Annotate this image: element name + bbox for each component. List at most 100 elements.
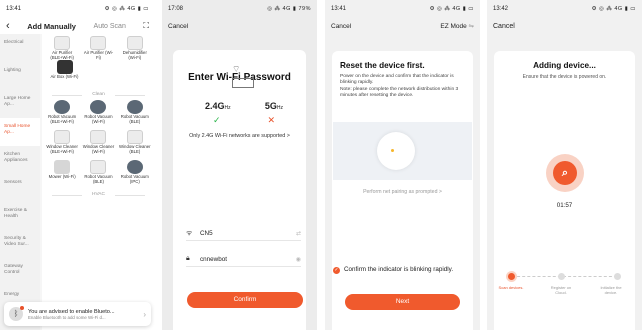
wifi-signal-icon: ⌔	[232, 64, 241, 74]
device-label: Robot Vacuum (IPC)	[120, 174, 149, 184]
device-row: Air Purifier (BLE+Wi-Fi) Air Purifier (W…	[44, 36, 153, 60]
nav-bar: Cancel	[162, 18, 317, 34]
device-item[interactable]: Window Cleaner (BLE)	[118, 130, 151, 160]
category-lighting[interactable]: Lighting	[0, 62, 40, 90]
device-label: Robot Vacuum (BLE)	[120, 114, 149, 124]
device-item[interactable]: Air Purifier (Wi-Fi)	[82, 36, 115, 60]
bluetooth-icon: ᛒ	[9, 306, 24, 321]
step-label-initialize: Initialize the device.	[600, 285, 622, 295]
category-gateway[interactable]: Gateway Control	[0, 258, 40, 286]
step-dot-initialize	[614, 273, 621, 280]
indicator-light	[391, 149, 394, 152]
air-box-icon	[56, 60, 73, 74]
ssid-field[interactable]: ᯤ CN5 ⇄	[186, 226, 301, 241]
category-electrical[interactable]: Electrical	[0, 34, 40, 62]
category-small-home[interactable]: Small Home Ap...	[0, 118, 40, 146]
password-field[interactable]: 🔒︎ cnnewbot ◉	[186, 252, 301, 267]
scan-icon[interactable]: ⛶	[143, 21, 149, 31]
progress-steps	[508, 272, 621, 282]
device-item[interactable]: Air Purifier (BLE+Wi-Fi)	[46, 36, 79, 60]
device-item[interactable]: Robot Vacuum (BLE+Wi-Fi)	[46, 100, 79, 130]
device-item[interactable]: Window Cleaner (BLE+Wi-Fi)	[46, 130, 79, 160]
step-dot-register	[558, 273, 565, 280]
device-item[interactable]: Robot Vacuum (Wi-Fi)	[82, 100, 115, 130]
tab-auto-scan[interactable]: Auto Scan	[94, 23, 126, 30]
device-row: Air Box (Wi-Fi)	[44, 60, 153, 90]
status-bar: 17:08 ◎ ⁂ 4G ▮ 79%	[162, 0, 317, 18]
category-security[interactable]: Security & Video Sur...	[0, 230, 40, 258]
cancel-button[interactable]: Cancel	[493, 23, 515, 30]
swap-icon[interactable]: ⇄	[296, 230, 301, 237]
device-row: Window Cleaner (BLE+Wi-Fi) Window Cleane…	[44, 130, 153, 160]
back-icon[interactable]: ‹	[6, 20, 10, 32]
device-item[interactable]: Dehumidifier (Wi-Fi)	[118, 36, 151, 60]
swap-icon: ⇋	[468, 23, 474, 30]
device-grid: Air Purifier (BLE+Wi-Fi) Air Purifier (W…	[42, 34, 155, 330]
device-label: Mower (Wi-Fi)	[48, 174, 76, 179]
device-item[interactable]: Robot Vacuum (IPC)	[118, 160, 151, 190]
cancel-button[interactable]: Cancel	[331, 23, 351, 30]
bluetooth-toast[interactable]: ᛒ You are advised to enable Blueto... En…	[4, 302, 151, 326]
subtitle: Ensure that the device is powered on.	[522, 74, 607, 80]
status-bar: 13:41 ⚙ ◎ ⁂ 4G ▮ ▭	[0, 0, 155, 18]
air-purifier-icon	[54, 36, 71, 50]
category-kitchen[interactable]: Kitchen Appliances	[0, 146, 40, 174]
window-cleaner-icon	[126, 130, 143, 144]
air-purifier-icon	[90, 36, 107, 50]
toast-text: You are advised to enable Blueto... Enab…	[28, 309, 143, 320]
device-item[interactable]: Robot Vacuum (BLE)	[118, 100, 151, 130]
band-note-link[interactable]: Only 2.4G Wi-Fi networks are supported >	[162, 133, 317, 139]
header: 13:41 ⚙ ◎ ⁂ 4G ▮ ▭ ‹ Add Manually Auto S…	[0, 0, 155, 34]
password-value: cnnewbot	[200, 255, 227, 263]
status-time: 13:41	[6, 6, 22, 12]
category-list: Electrical Lighting Large Home Ap... Sma…	[0, 34, 40, 330]
band-support: ✓ ✕	[213, 115, 275, 126]
category-exercise[interactable]: Exercise & Health	[0, 202, 40, 230]
next-button[interactable]: Next	[345, 294, 460, 310]
robot-vacuum-icon	[90, 100, 107, 114]
window-cleaner-icon	[90, 130, 107, 144]
cancel-button[interactable]: Cancel	[168, 23, 188, 30]
device-label: Robot Vacuum (Wi-Fi)	[84, 114, 113, 124]
device-label: Window Cleaner (Wi-Fi)	[82, 144, 115, 154]
phone-wifi-password: 17:08 ◎ ⁂ 4G ▮ 79% Cancel Enter Wi-Fi Pa…	[162, 0, 317, 330]
dehumidifier-icon	[126, 36, 143, 50]
device-item[interactable]: Air Box (Wi-Fi)	[48, 60, 81, 90]
confirm-label: Confirm the indicator is blinking rapidl…	[344, 266, 454, 273]
page-title: Reset the device first.	[340, 61, 425, 70]
search-icon: ⌕	[553, 161, 577, 185]
step-label-scan: Scan devices.	[498, 285, 524, 290]
page-title: Adding device...	[533, 61, 596, 70]
status-icons: ⚙ ◎ ⁂ 4G ▮ ▭	[591, 6, 636, 12]
ez-mode-button[interactable]: EZ Mode ⇋	[440, 22, 474, 30]
device-label: Air Purifier (BLE+Wi-Fi)	[50, 50, 74, 60]
robot-vacuum-icon	[126, 100, 143, 114]
status-time: 13:42	[493, 6, 509, 12]
nav-bar: Cancel	[487, 18, 642, 34]
window-cleaner-icon	[54, 130, 71, 144]
robot-vacuum-icon	[54, 100, 71, 114]
band-labels: 2.4GHz 5GHz	[205, 101, 283, 111]
lock-icon: 🔒︎	[186, 255, 190, 262]
tab-add-manually[interactable]: Add Manually	[27, 22, 76, 31]
countdown-timer: 01:57	[556, 202, 573, 209]
band-unit: Hz	[276, 105, 283, 111]
mode-label: EZ Mode	[440, 23, 467, 30]
device-image	[377, 132, 415, 170]
device-item[interactable]: Mower (Wi-Fi)	[46, 160, 79, 190]
phone-add-manually: 13:41 ⚙ ◎ ⁂ 4G ▮ ▭ ‹ Add Manually Auto S…	[0, 0, 155, 330]
net-pairing-link[interactable]: Perform net pairing as prompted >	[325, 189, 480, 195]
status-icons: ⚙ ◎ ⁂ 4G ▮ ▭	[429, 6, 474, 12]
confirm-button[interactable]: Confirm	[187, 292, 303, 308]
chevron-right-icon: ›	[143, 309, 146, 319]
device-label: Window Cleaner (BLE+Wi-Fi)	[46, 144, 78, 154]
device-item[interactable]: Robot Vacuum (BLE)	[82, 160, 115, 190]
device-item[interactable]: Window Cleaner (Wi-Fi)	[82, 130, 115, 160]
device-label: Robot Vacuum (BLE)	[84, 174, 113, 184]
category-sensors[interactable]: Sensors	[0, 174, 40, 202]
eye-icon[interactable]: ◉	[296, 256, 301, 263]
category-large-home[interactable]: Large Home Ap...	[0, 90, 40, 118]
step-label-register: Register on Cloud.	[550, 285, 572, 295]
device-row: Robot Vacuum (BLE+Wi-Fi) Robot Vacuum (W…	[44, 100, 153, 130]
confirm-checkbox[interactable]: ✓ Confirm the indicator is blinking rapi…	[333, 266, 472, 274]
